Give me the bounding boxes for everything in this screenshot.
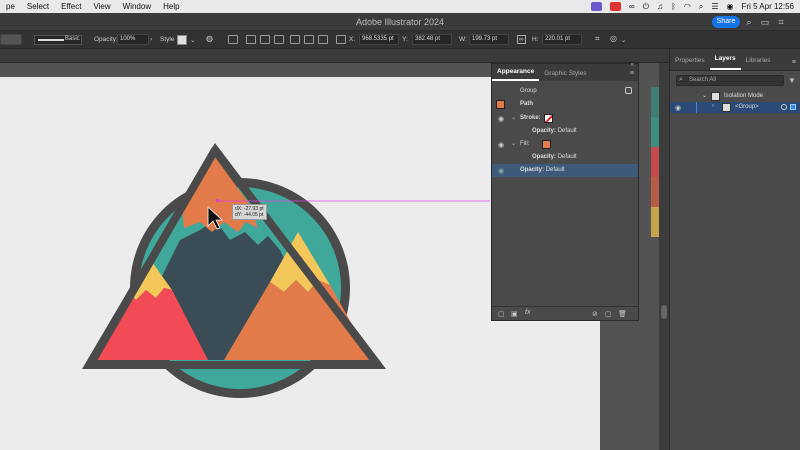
group-label: <Group> (735, 104, 759, 110)
tab-appearance[interactable]: Appearance (492, 68, 540, 81)
right-panel-tabs: Properties Layers Libraries ≡ (670, 49, 800, 71)
tab-properties[interactable]: Properties (670, 57, 710, 70)
target-icon[interactable] (781, 104, 787, 110)
isolation-thumbnail (711, 92, 720, 101)
search-icon: ⌕ (679, 76, 683, 83)
swatch-strip-segment (651, 87, 659, 117)
appearance-row-group[interactable]: Group (492, 85, 638, 98)
swatch-strip-segment (651, 177, 659, 207)
guide-anchor-point (216, 199, 219, 202)
eye-icon[interactable]: ◉ (675, 104, 681, 112)
eye-icon[interactable]: ◉ (498, 167, 504, 175)
group-thumbnail (722, 103, 731, 112)
layers-panel: Properties Layers Libraries ≡ Search All… (669, 49, 800, 450)
opacity-label: Opacity: (520, 167, 545, 173)
eye-icon[interactable]: ◉ (498, 115, 504, 123)
appearance-row-stroke-opacity[interactable]: Opacity: Default (492, 125, 638, 138)
clear-appearance-icon[interactable]: ⊘ (592, 310, 598, 318)
fill-swatch[interactable] (542, 140, 551, 149)
swatch-strip-segment (651, 117, 659, 147)
appearance-panel-footer: ▢ ▣ fx ⊘ ▢ 🗑 (492, 306, 638, 320)
layer-color-bar (696, 102, 697, 113)
chevron-down-icon[interactable]: ⌄ (511, 114, 516, 121)
isolation-label: Isolation Mode (724, 93, 764, 99)
swatch-strip (651, 87, 659, 239)
stroke-label: Stroke: (520, 115, 541, 121)
appearance-row-fill[interactable]: ◉ ⌄ Fill: (492, 138, 638, 151)
fx-icon[interactable]: fx (525, 309, 530, 316)
tab-libraries[interactable]: Libraries (741, 57, 776, 70)
fill-opacity-value: Default (557, 154, 577, 160)
stroke-none-swatch[interactable] (544, 114, 553, 123)
layers-search-input[interactable]: Search All (676, 75, 784, 86)
scrollbar-thumb[interactable] (661, 305, 667, 319)
chevron-down-icon[interactable]: ⌄ (511, 140, 516, 147)
trash-icon[interactable]: 🗑 (618, 310, 627, 318)
group-label: Group (520, 88, 537, 94)
duplicate-item-icon[interactable]: ▢ (605, 310, 612, 318)
filter-icon[interactable]: ▼ (788, 76, 796, 85)
appearance-row-path[interactable]: Path (492, 98, 638, 111)
appearance-row-stroke[interactable]: ◉ ⌄ Stroke: (492, 112, 638, 125)
drag-tooltip: dX: -27.93 pt dY: -44.05 pt (232, 204, 267, 220)
chevron-right-icon[interactable]: › (712, 103, 714, 109)
chevron-down-icon[interactable]: ⌄ (702, 92, 707, 99)
appearance-row-opacity[interactable]: ◉ Opacity: Default (492, 164, 638, 177)
panel-menu-icon[interactable]: ≡ (792, 59, 796, 66)
appearance-panel: Appearance Graphic Styles ≡ « Group Path… (491, 62, 639, 321)
appearance-row-fill-opacity[interactable]: Opacity: Default (492, 151, 638, 164)
tooltip-dy: dY: -44.05 pt (235, 212, 264, 218)
collapse-panel-icon[interactable]: « (631, 62, 634, 68)
swatch-strip-segment (651, 147, 659, 177)
tab-graphic-styles[interactable]: Graphic Styles (539, 70, 591, 81)
tab-layers[interactable]: Layers (709, 55, 741, 70)
panel-menu-icon[interactable]: ≡ (630, 70, 634, 77)
layer-row-isolation[interactable]: ⌄ Isolation Mode (670, 91, 800, 102)
stroke-opacity-label: Opacity: (532, 128, 557, 134)
canvas-vertical-scrollbar[interactable] (659, 63, 669, 450)
eye-icon[interactable]: ◉ (498, 141, 504, 149)
selection-indicator[interactable] (790, 104, 796, 110)
fill-opacity-label: Opacity: (532, 154, 557, 160)
toggle-icon[interactable] (625, 87, 632, 94)
appearance-panel-header: Appearance Graphic Styles ≡ « (492, 62, 638, 81)
swatch-strip-segment (651, 207, 659, 237)
layer-row-group[interactable]: ◉ › <Group> (670, 102, 800, 113)
stroke-opacity-value: Default (557, 128, 577, 134)
path-thumbnail (496, 100, 505, 109)
add-stroke-icon[interactable]: ▢ (498, 310, 505, 318)
path-label: Path (520, 101, 534, 107)
fill-label: Fill: (520, 141, 530, 147)
add-fill-icon[interactable]: ▣ (511, 310, 518, 318)
opacity-value: Default (545, 167, 565, 173)
